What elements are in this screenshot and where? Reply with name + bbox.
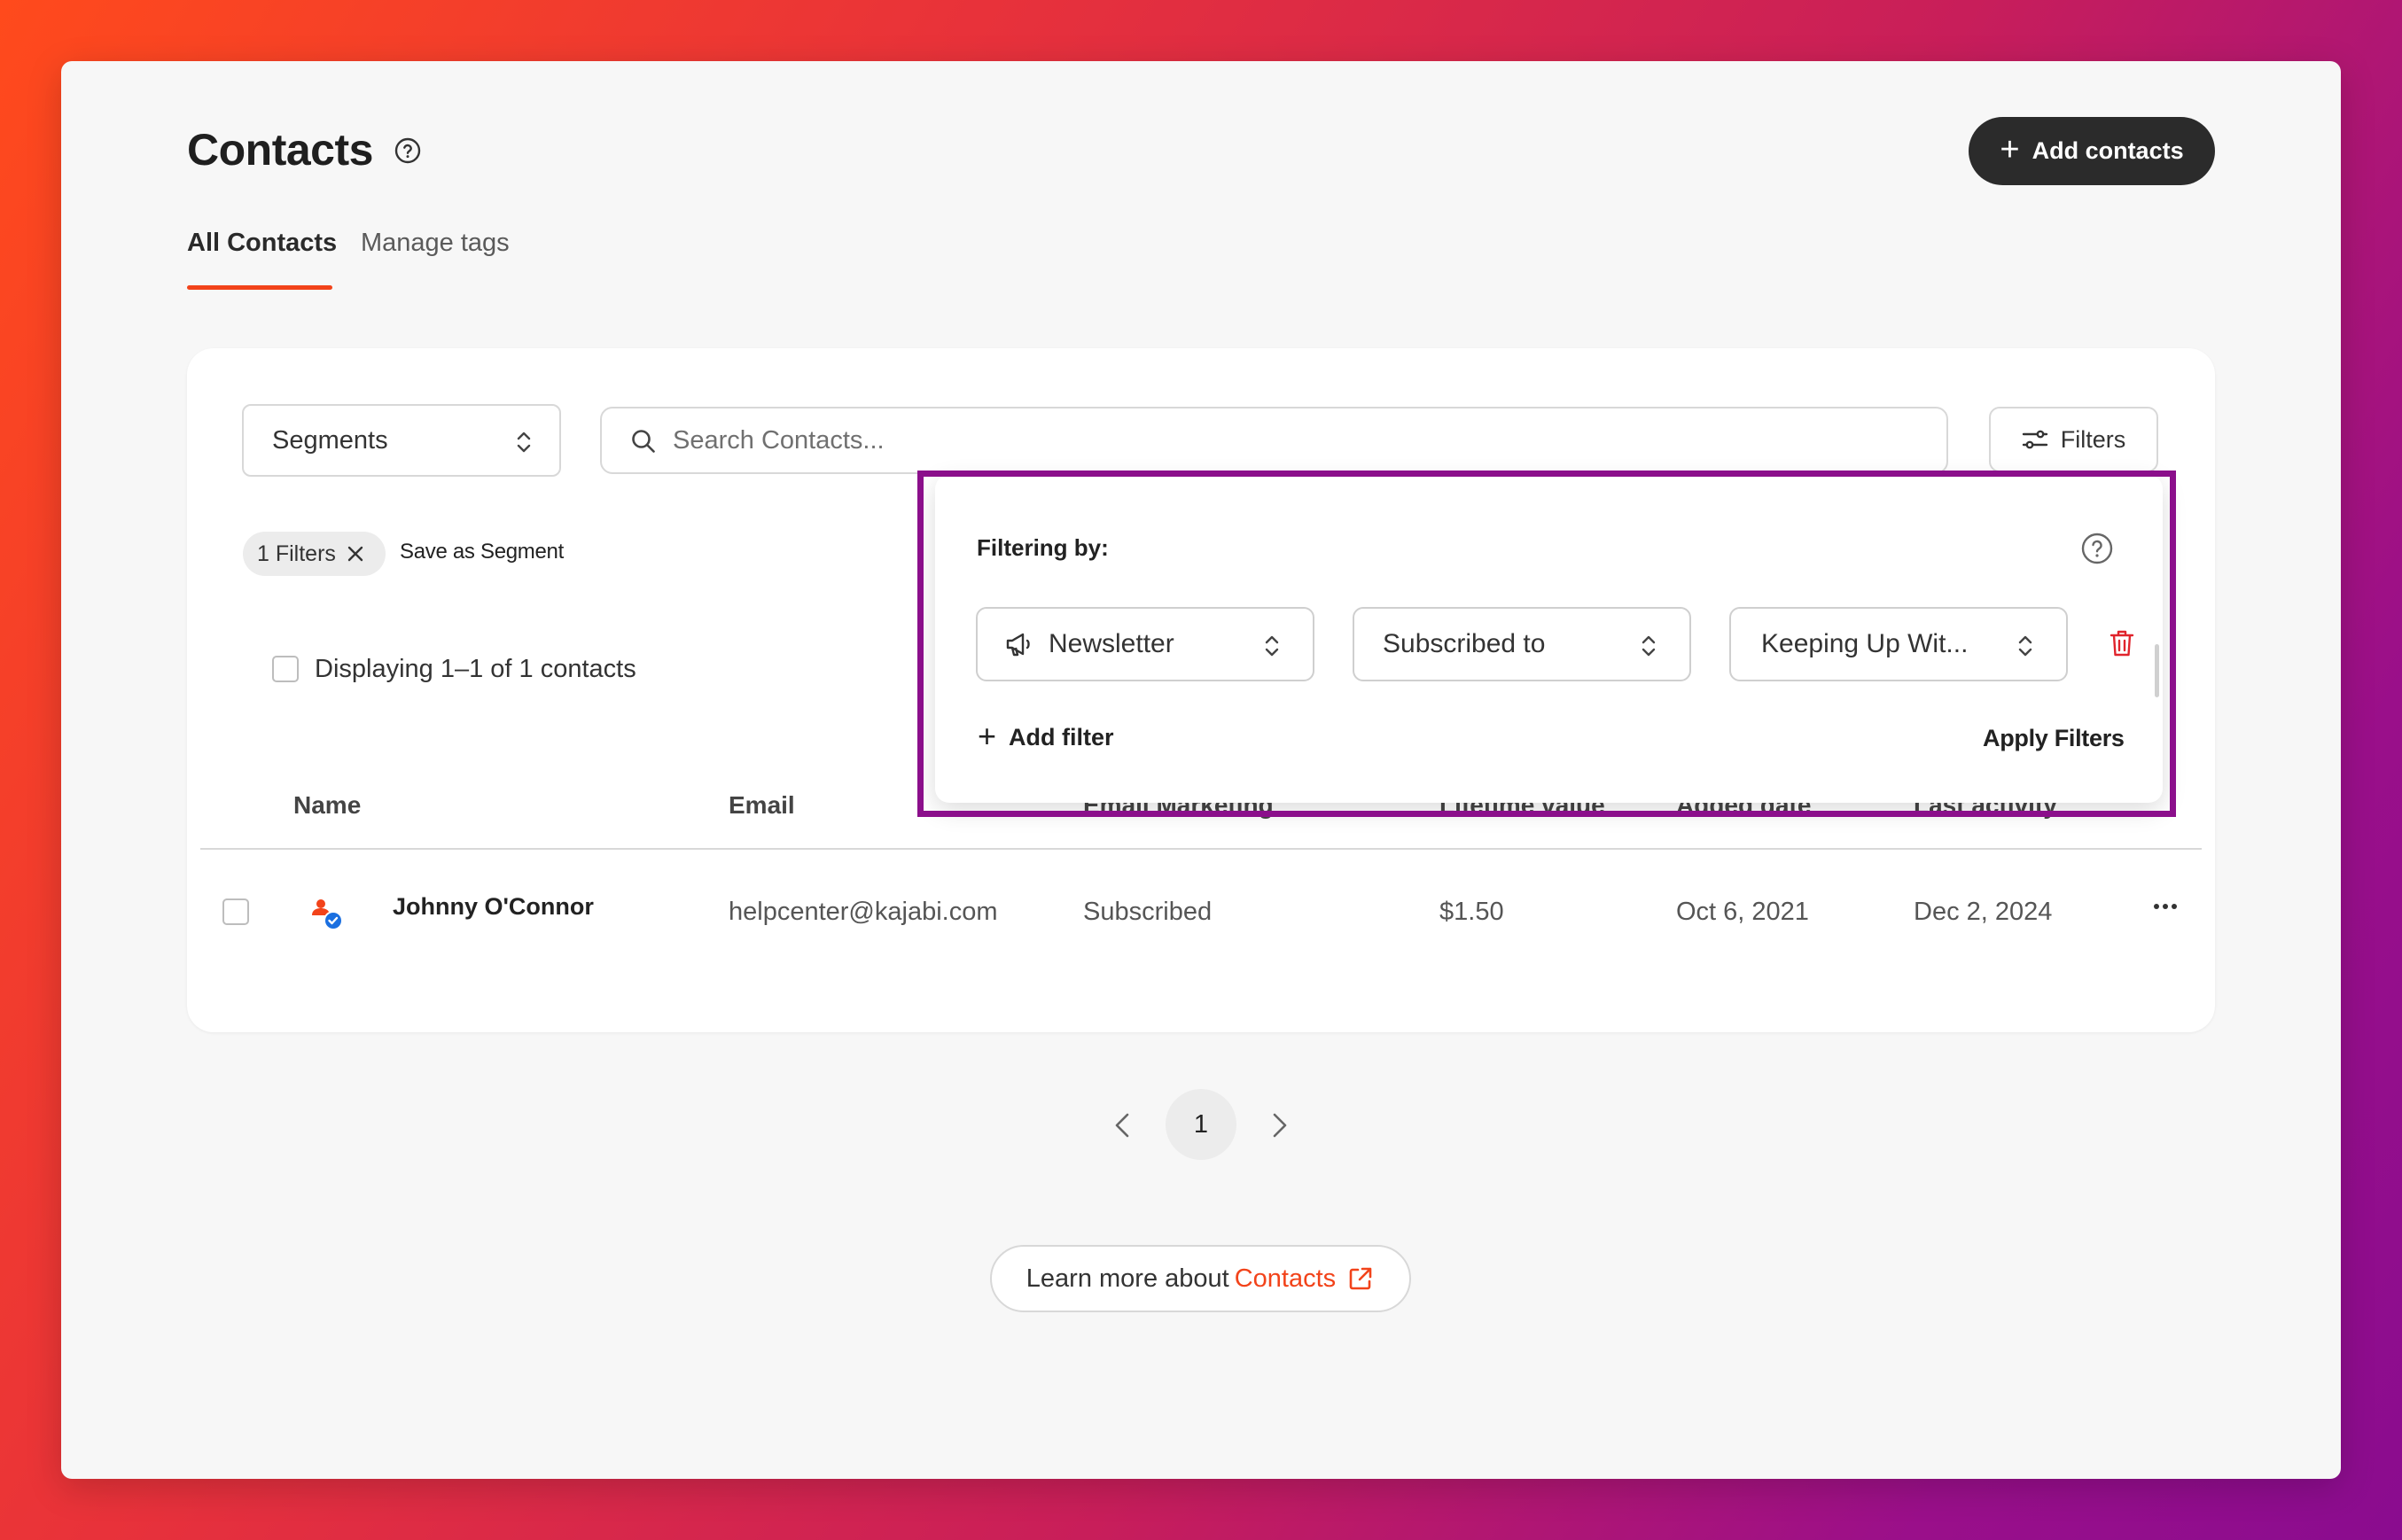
plus-icon: +: [978, 718, 997, 754]
segments-label: Segments: [272, 425, 388, 455]
add-contacts-button[interactable]: + Add contacts: [1969, 117, 2215, 185]
header-divider: [200, 848, 2202, 850]
displaying-count: Displaying 1–1 of 1 contacts: [315, 655, 636, 683]
row-checkbox[interactable]: [222, 898, 249, 925]
filter-value-select[interactable]: Keeping Up Wit...: [1729, 607, 2068, 681]
tab-all-contacts[interactable]: All Contacts: [187, 229, 337, 258]
save-as-segment-link[interactable]: Save as Segment: [400, 540, 564, 564]
add-contacts-label: Add contacts: [2032, 137, 2184, 164]
active-filter-chip[interactable]: 1 Filters: [243, 532, 386, 576]
learn-more-contacts-link[interactable]: Contacts: [1235, 1264, 1336, 1294]
search-icon: [632, 430, 655, 453]
filter-chip-label: 1 Filters: [257, 541, 336, 566]
contact-lifetime-value: $1.50: [1439, 898, 1504, 926]
previous-page-icon[interactable]: [1110, 1108, 1136, 1143]
search-box: [600, 407, 1948, 474]
apply-filters-button[interactable]: Apply Filters: [1983, 725, 2125, 752]
filters-label: Filters: [2060, 425, 2126, 453]
help-icon[interactable]: [2080, 532, 2114, 565]
filter-value-label: Keeping Up Wit...: [1761, 629, 1969, 658]
segments-select[interactable]: Segments: [242, 404, 561, 477]
select-all-checkbox[interactable]: [272, 656, 299, 682]
contact-email: helpcenter@kajabi.com: [729, 898, 998, 926]
chevron-up-down-icon: [1642, 635, 1656, 657]
filtering-by-heading: Filtering by:: [977, 534, 1109, 561]
close-icon[interactable]: [347, 545, 364, 563]
next-page-icon[interactable]: [1266, 1108, 1292, 1143]
search-input[interactable]: [673, 425, 1946, 455]
page-title: Contacts: [187, 125, 373, 175]
chevron-up-down-icon: [1265, 635, 1279, 657]
filter-field-select[interactable]: Newsletter: [976, 607, 1314, 681]
learn-more-banner: Learn more about Contacts: [990, 1245, 1411, 1312]
contact-added-date: Oct 6, 2021: [1676, 898, 1809, 926]
help-icon[interactable]: [394, 136, 422, 165]
filters-button[interactable]: Filters: [1989, 407, 2158, 472]
contact-last-activity: Dec 2, 2024: [1914, 898, 2053, 926]
more-options-icon[interactable]: [2152, 895, 2179, 918]
contact-email-marketing: Subscribed: [1083, 898, 1213, 926]
filter-field-label: Newsletter: [1049, 629, 1174, 658]
page-number-button[interactable]: 1: [1166, 1089, 1236, 1160]
add-filter-label: Add filter: [1009, 724, 1114, 751]
sliders-icon: [2022, 430, 2047, 449]
learn-more-text: Learn more about: [1026, 1264, 1229, 1293]
popover-scrollbar[interactable]: [2155, 644, 2159, 697]
active-tab-indicator: [187, 285, 332, 290]
filter-operator-label: Subscribed to: [1383, 629, 1546, 658]
column-header-email[interactable]: Email: [729, 791, 795, 820]
external-link-icon[interactable]: [1346, 1264, 1375, 1293]
filter-operator-select[interactable]: Subscribed to: [1353, 607, 1691, 681]
contact-name[interactable]: Johnny O'Connor: [393, 893, 594, 921]
megaphone-icon: [1006, 633, 1030, 657]
chevron-up-down-icon: [2018, 635, 2032, 657]
chevron-up-down-icon: [517, 432, 531, 453]
add-filter-button[interactable]: + Add filter: [978, 718, 1114, 754]
avatar: [295, 882, 350, 937]
plus-icon: +: [2000, 130, 2020, 168]
column-header-name[interactable]: Name: [293, 791, 361, 820]
trash-icon[interactable]: [2110, 629, 2134, 657]
tab-manage-tags[interactable]: Manage tags: [361, 229, 510, 258]
